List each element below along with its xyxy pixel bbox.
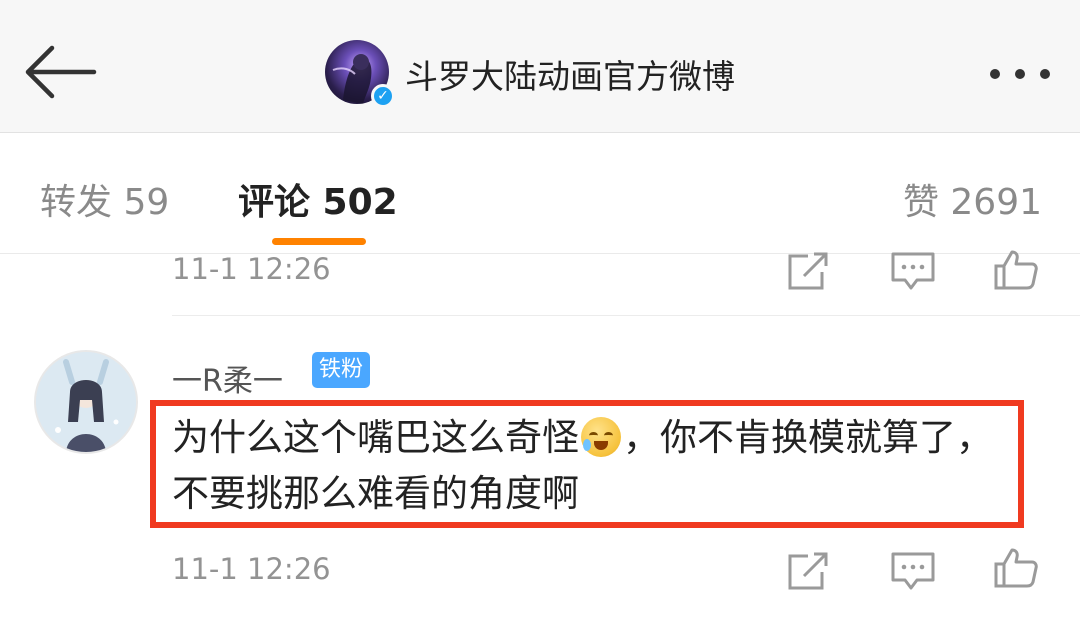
reply-button[interactable]: [889, 550, 937, 592]
share-icon: [788, 552, 828, 590]
page-title: 斗罗大陆动画官方微博: [405, 57, 735, 96]
verified-v-icon: ✓: [371, 84, 395, 108]
share-button[interactable]: [786, 250, 834, 292]
back-arrow-icon: [25, 45, 97, 99]
tab-bar: 转发 59 评论 502 赞 2691: [0, 133, 1080, 254]
top-bar: ✓ 斗罗大陆动画官方微博: [0, 0, 1080, 133]
tab-like[interactable]: 赞 2691: [903, 173, 1042, 225]
comment-icon: [891, 552, 935, 590]
share-icon: [788, 252, 828, 290]
comment-icon: [891, 252, 935, 290]
reply-button[interactable]: [889, 250, 937, 292]
comment-divider: [172, 315, 1080, 316]
more-dots-icon: [990, 69, 1050, 79]
active-tab-indicator: [272, 238, 366, 245]
like-button[interactable]: [992, 248, 1040, 290]
fan-badge: 铁粉: [312, 352, 371, 388]
share-button[interactable]: [786, 550, 834, 592]
like-icon: [994, 250, 1038, 290]
avatar[interactable]: [34, 350, 138, 454]
like-button[interactable]: [992, 546, 1040, 588]
more-button[interactable]: [985, 60, 1055, 88]
comment-timestamp: 11-1 12:26: [172, 252, 331, 286]
comment-timestamp: 11-1 12:26: [172, 552, 331, 586]
comment-text-part1: 为什么这个嘴巴这么奇怪: [172, 416, 579, 459]
tab-comment[interactable]: 评论 502: [238, 173, 398, 225]
tab-repost[interactable]: 转发 59: [40, 173, 169, 225]
crying-laugh-emoji: [581, 417, 621, 457]
comment-username[interactable]: 一R柔一: [172, 356, 283, 400]
back-button[interactable]: [22, 40, 98, 104]
like-icon: [994, 548, 1038, 588]
account-avatar[interactable]: ✓: [325, 40, 395, 108]
comment-text: 为什么这个嘴巴这么奇怪 ，你不肯换模就算了，不要挑那么难看的角度啊: [172, 410, 1022, 522]
